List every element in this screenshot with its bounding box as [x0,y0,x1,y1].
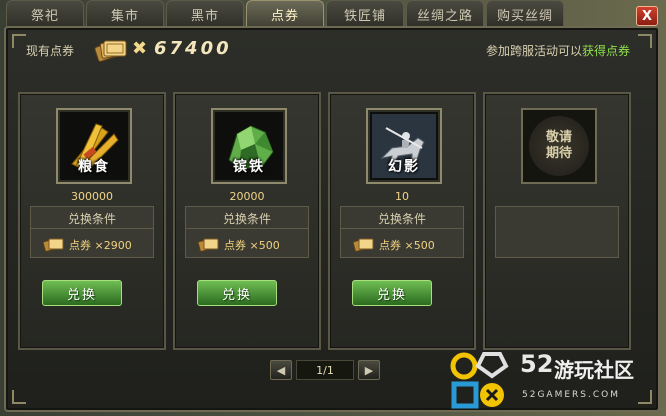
event-hint-text: 参加跨服活动可以 [485,44,582,58]
tab-coupons[interactable]: 点券 [246,0,324,28]
exchange-condition: 兑换条件 点券 ×500 [340,206,464,258]
coupon-stack-icon [94,40,127,62]
exchange-card-coming-soon: 敬请 期待 [483,92,631,350]
exchange-condition-empty [495,206,619,258]
exchange-condition: 兑换条件 点券 ×2900 [30,206,154,258]
page-indicator: 1/1 [296,360,354,380]
coupon-icon [43,238,64,252]
condition-cost: 点券 ×500 [224,239,280,252]
divider [31,228,153,229]
tab-blacksmith[interactable]: 铁匠铺 [326,0,404,28]
exchange-card-phantom: 幻影 10 兑换条件 点券 ×500 兑换 [328,92,476,350]
divider [186,228,308,229]
next-page-button[interactable]: ▶ [358,360,380,380]
corner-ornament [638,34,652,48]
condition-cost: 点券 ×2900 [69,239,132,252]
item-frame[interactable]: 镔铁 [211,108,287,184]
balance-label: 现有点券 [26,44,75,58]
item-quantity: 20000 [229,190,265,203]
pager: ◀ 1/1 ▶ [270,360,380,380]
exchange-card-grain: 粮食 300000 兑换条件 点券 ×2900 兑换 [18,92,166,350]
watermark-url: 52GAMERS.COM [522,390,620,400]
exchange-button[interactable]: 兑换 [42,280,122,306]
close-button[interactable]: X [636,6,658,26]
coming-soon-frame: 敬请 期待 [521,108,597,184]
multiply-icon: ✖ [132,38,148,59]
tab-buy-silk[interactable]: 购买丝绸 [486,0,564,28]
coupon-icon [353,238,374,252]
condition-title: 兑换条件 [67,212,116,226]
item-frame[interactable]: 幻影 [366,108,442,184]
item-name: 粮食 [78,159,110,175]
item-quantity: 300000 [71,190,113,203]
item-quantity: 10 [395,190,409,203]
prev-page-button[interactable]: ◀ [270,360,292,380]
condition-cost: 点券 ×500 [379,239,435,252]
tab-silk-road[interactable]: 丝绸之路 [406,0,484,28]
corner-ornament [12,390,26,404]
tab-market[interactable]: 集市 [86,0,164,28]
watermark-title: 游玩社区 [554,358,634,382]
site-watermark: 52 游玩社区 52GAMERS.COM [448,348,662,414]
coupon-icon [198,238,219,252]
coupon-balance: 67400 [154,38,232,59]
divider [341,228,463,229]
watermark-number: 52 [520,350,554,378]
watermark-logo-icon [450,352,509,409]
item-name: 幻影 [388,159,420,175]
exchange-button[interactable]: 兑换 [197,280,277,306]
condition-title: 兑换条件 [222,212,271,226]
balance-row: 现有点券 ✖ 67400 参加跨服活动可以获得点券 [24,36,634,64]
exchange-condition: 兑换条件 点券 ×500 [185,206,309,258]
tab-bar: 祭祀 集市 黑市 点券 铁匠铺 丝绸之路 购买丝绸 [6,0,564,28]
item-name: 镔铁 [233,159,265,175]
exchange-card-iron: 镔铁 20000 兑换条件 点券 ×500 兑换 [173,92,321,350]
exchange-button[interactable]: 兑换 [352,280,432,306]
item-frame[interactable]: 粮食 [56,108,132,184]
coming-soon-text: 敬请 期待 [545,130,572,161]
tab-sacrifice[interactable]: 祭祀 [6,0,84,28]
get-coupons-link[interactable]: 获得点券 [582,44,630,58]
condition-title: 兑换条件 [377,212,426,226]
event-hint: 参加跨服活动可以获得点券 [486,42,630,59]
tab-black-market[interactable]: 黑市 [166,0,244,28]
coming-soon-badge: 敬请 期待 [529,116,589,176]
